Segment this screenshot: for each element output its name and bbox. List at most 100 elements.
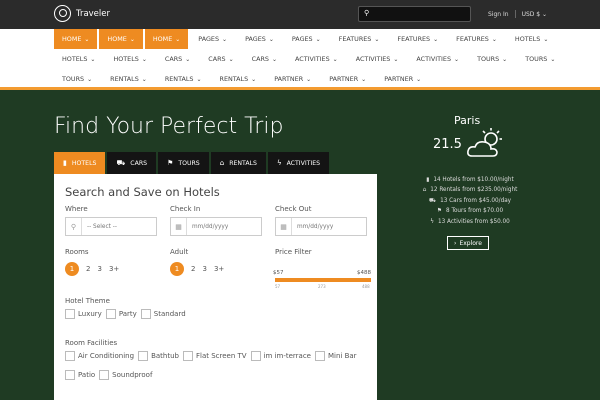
tab-hotels[interactable]: ▮ HOTELS xyxy=(54,152,106,174)
theme-checkboxes: Luxury Party Standard xyxy=(65,309,190,319)
nav-item-partner[interactable]: PARTNER ⌄ xyxy=(321,69,374,89)
checkbox[interactable] xyxy=(138,351,149,361)
chevron-down-icon: ⌄ xyxy=(502,55,508,63)
brand-name: Traveler xyxy=(76,8,110,19)
partly-cloudy-icon xyxy=(467,128,502,157)
top-bar: Traveler ⚲ Sign In USD $ ⌄ xyxy=(0,0,600,29)
chevron-right-icon: › xyxy=(454,239,457,247)
checkbox[interactable] xyxy=(140,309,151,319)
sign-in-link[interactable]: Sign In xyxy=(488,11,509,18)
home-icon: ⌂ xyxy=(219,159,225,167)
hotel-theme-label: Hotel Theme xyxy=(65,297,110,305)
checkbox[interactable] xyxy=(65,309,75,319)
option-1[interactable]: 1 xyxy=(65,262,79,276)
currency-select[interactable]: USD $ ⌄ xyxy=(522,11,548,18)
nav-item-rentals[interactable]: RENTALS ⌄ xyxy=(212,69,265,89)
price-tick: 57 xyxy=(275,284,281,289)
price-max: $488 xyxy=(357,270,371,276)
facility-checkboxes: Patio Soundproof xyxy=(65,370,156,380)
checkbox[interactable] xyxy=(65,370,75,380)
chevron-down-icon: ⌄ xyxy=(361,75,367,83)
checkout-input[interactable]: ▦ mm/dd/yyyy xyxy=(275,217,367,236)
checkin-input[interactable]: ▦ mm/dd/yyyy xyxy=(170,217,262,236)
tab-tours[interactable]: ⚑ TOURS xyxy=(158,152,209,174)
checkbox-item[interactable]: Party xyxy=(105,309,137,319)
nav-item-activities[interactable]: ACTIVITIES ⌄ xyxy=(287,49,346,69)
checkin-label: Check In xyxy=(170,205,201,213)
nav-item-cars[interactable]: CARS ⌄ xyxy=(157,49,198,69)
nav-item-hotels[interactable]: HOTELS ⌄ xyxy=(54,49,103,69)
option-3+[interactable]: 3+ xyxy=(109,265,119,273)
chevron-down-icon: ⌄ xyxy=(268,35,274,43)
checkbox[interactable] xyxy=(99,370,110,380)
checkbox[interactable] xyxy=(182,351,193,361)
nav-item-partner[interactable]: PARTNER ⌄ xyxy=(266,69,319,89)
explore-button[interactable]: › Explore xyxy=(447,236,489,250)
checkbox-item[interactable]: im im-terrace xyxy=(250,351,311,361)
nav-item-tours[interactable]: TOURS ⌄ xyxy=(469,49,515,69)
nav-item-pages[interactable]: PAGES ⌄ xyxy=(237,29,282,49)
checkbox-item[interactable]: Standard xyxy=(140,309,186,319)
nav-item-rentals[interactable]: RENTALS ⌄ xyxy=(157,69,210,89)
chevron-down-icon: ⌄ xyxy=(433,35,439,43)
chevron-down-icon: ⌄ xyxy=(129,35,135,43)
option-2[interactable]: 2 xyxy=(86,265,90,273)
nav-item-tours[interactable]: TOURS ⌄ xyxy=(517,49,563,69)
nav-item-features[interactable]: FEATURES ⌄ xyxy=(389,29,446,49)
chevron-down-icon: ⌄ xyxy=(84,35,90,43)
checkbox-item[interactable]: Air Conditioning xyxy=(65,351,134,361)
top-search-input[interactable]: ⚲ xyxy=(358,6,471,22)
stat-item: ⛟ 13 Cars from $45.00/day xyxy=(400,196,540,206)
nav-item-activities[interactable]: ACTIVITIES ⌄ xyxy=(408,49,467,69)
weather-temp: 21.5 xyxy=(433,137,462,152)
nav-item-features[interactable]: FEATURES ⌄ xyxy=(331,29,388,49)
stat-item: ⌂ 12 Rentals from $235.00/night xyxy=(400,185,540,195)
price-range-bar[interactable] xyxy=(275,278,371,282)
option-1[interactable]: 1 xyxy=(170,262,184,276)
option-3[interactable]: 3 xyxy=(202,265,206,273)
where-select[interactable]: ⚲ -- Select -- xyxy=(65,217,157,236)
nav-item-cars[interactable]: CARS ⌄ xyxy=(200,49,241,69)
checkbox[interactable] xyxy=(65,351,75,361)
chevron-down-icon: ⌄ xyxy=(542,10,548,18)
nav-item-home[interactable]: HOME ⌄ xyxy=(144,29,189,49)
chevron-down-icon: ⌄ xyxy=(543,35,549,43)
price-slider[interactable]: $57 $488 57 273 488 xyxy=(273,270,371,290)
nav-item-hotels[interactable]: HOTELS ⌄ xyxy=(507,29,556,49)
nav-item-hotels[interactable]: HOTELS ⌄ xyxy=(105,49,154,69)
nav-item-tours[interactable]: TOURS ⌄ xyxy=(54,69,100,89)
nav-item-pages[interactable]: PAGES ⌄ xyxy=(190,29,235,49)
checkbox[interactable] xyxy=(250,351,261,361)
nav-item-rentals[interactable]: RENTALS ⌄ xyxy=(102,69,155,89)
checkbox-item[interactable]: Mini Bar xyxy=(315,351,357,361)
room-facilities-label: Room Facilities xyxy=(65,339,118,347)
chevron-down-icon: ⌄ xyxy=(90,55,96,63)
where-label: Where xyxy=(65,205,88,213)
checkbox-item[interactable]: Patio xyxy=(65,370,95,380)
option-3[interactable]: 3 xyxy=(97,265,101,273)
nav-item-cars[interactable]: CARS ⌄ xyxy=(244,49,285,69)
checkbox[interactable] xyxy=(315,351,325,361)
option-3+[interactable]: 3+ xyxy=(214,265,224,273)
brand-logo[interactable]: Traveler xyxy=(54,5,110,22)
nav-item-home[interactable]: HOME ⌄ xyxy=(99,29,143,49)
option-2[interactable]: 2 xyxy=(191,265,195,273)
checkbox-item[interactable]: Soundproof xyxy=(99,370,152,380)
rooms-label: Rooms xyxy=(65,248,89,256)
checkbox-item[interactable]: Bathtub xyxy=(138,351,179,361)
stat-item: ϟ 13 Activities from $50.00 xyxy=(400,217,540,227)
nav-item-partner[interactable]: PARTNER ⌄ xyxy=(376,69,429,89)
tab-activities[interactable]: ϟ ACTIVITIES xyxy=(267,152,330,174)
checkbox[interactable] xyxy=(105,309,116,319)
nav-item-features[interactable]: FEATURES ⌄ xyxy=(448,29,505,49)
nav-item-activities[interactable]: ACTIVITIES ⌄ xyxy=(348,49,407,69)
hotel-icon: ▮ xyxy=(426,177,430,183)
checkbox-item[interactable]: Luxury xyxy=(65,309,102,319)
nav-item-pages[interactable]: PAGES ⌄ xyxy=(284,29,329,49)
tab-cars[interactable]: ⛟ CARS xyxy=(107,152,157,174)
nav-item-home[interactable]: HOME ⌄ xyxy=(54,29,98,49)
tab-rentals[interactable]: ⌂ RENTALS xyxy=(210,152,266,174)
search-tabs: ▮ HOTELS ⛟ CARS ⚑ TOURS ⌂ RENTALS ϟ ACTIVITIES xyxy=(54,152,331,174)
checkbox-item[interactable]: Flat Screen TV xyxy=(182,351,247,361)
bolt-icon: ϟ xyxy=(276,159,282,167)
